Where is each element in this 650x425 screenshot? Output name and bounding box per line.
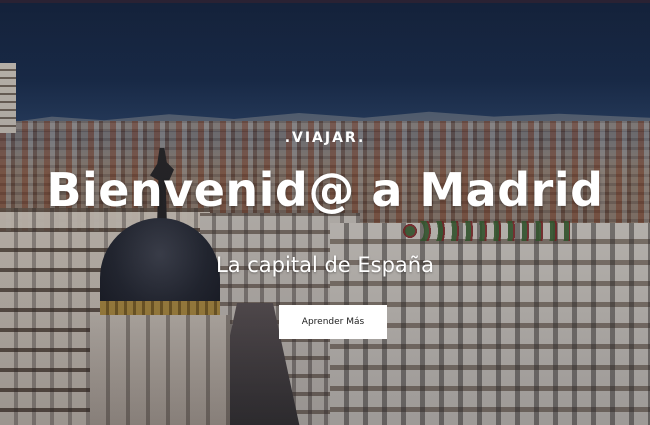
hero-section: .VIAJAR. Bienvenid@ a Madrid La capital … [0,0,650,425]
hero-subtitle: La capital de España [216,253,434,277]
learn-more-button[interactable]: Aprender Más [279,305,387,339]
hero-kicker: .VIAJAR. [284,130,366,146]
hero-title: Bienvenid@ a Madrid [46,163,604,217]
